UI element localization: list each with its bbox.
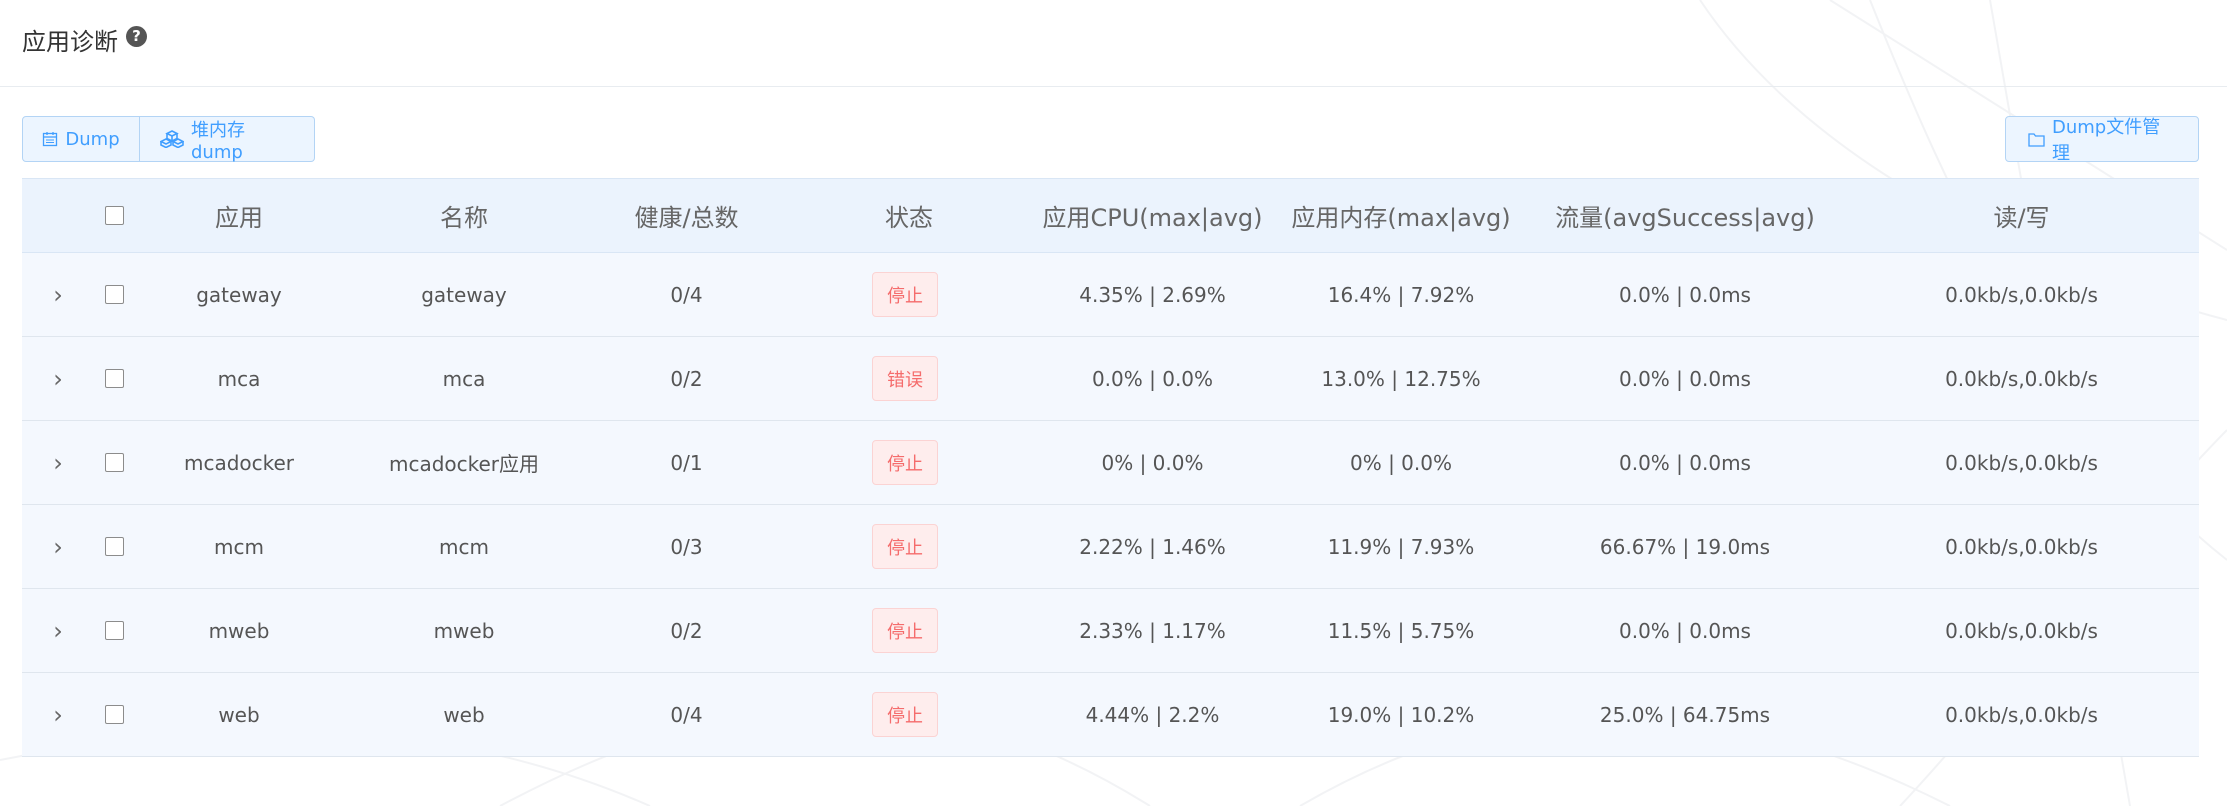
heap-dump-button[interactable]: 堆内存dump (140, 116, 315, 163)
folder-icon (2028, 132, 2045, 147)
calendar-icon (42, 131, 58, 147)
table-row: › mweb mweb 0/2 停止 2.33% | 1.17% 11.5% |… (22, 589, 2199, 673)
cell-memory: 11.5% | 5.75% (1327, 618, 1475, 643)
cell-traffic: 0.0% | 0.0ms (1619, 282, 1751, 307)
column-header-cpu: 应用CPU(max|avg) (1042, 204, 1263, 232)
cell-traffic: 66.67% | 19.0ms (1599, 534, 1771, 559)
column-header-health: 健康/总数 (634, 204, 739, 232)
cell-health: 0/3 (670, 534, 703, 559)
cell-app: mca (217, 366, 261, 391)
cell-read-write: 0.0kb/s,0.0kb/s (1945, 534, 2098, 559)
chevron-right-icon[interactable]: › (53, 703, 63, 727)
cell-name: mweb (433, 618, 495, 643)
cell-read-write: 0.0kb/s,0.0kb/s (1945, 702, 2098, 727)
cell-read-write: 0.0kb/s,0.0kb/s (1945, 282, 2098, 307)
cell-traffic: 25.0% | 64.75ms (1599, 702, 1771, 727)
cell-memory: 11.9% | 7.93% (1327, 534, 1475, 559)
cell-name: web (443, 702, 485, 727)
page-title: 应用诊断 (22, 28, 118, 56)
dump-button-label: Dump (65, 128, 120, 150)
cell-cpu: 0% | 0.0% (1101, 450, 1204, 475)
column-header-traffic: 流量(avgSuccess|avg) (1555, 204, 1815, 232)
column-header-memory: 应用内存(max|avg) (1291, 204, 1511, 232)
cell-read-write: 0.0kb/s,0.0kb/s (1945, 450, 2098, 475)
table-row: › web web 0/4 停止 4.44% | 2.2% 19.0% | 10… (22, 673, 2199, 757)
cell-app: gateway (196, 282, 282, 307)
status-badge: 停止 (872, 440, 938, 485)
dump-button-group: Dump 堆内存dump (22, 116, 315, 163)
column-header-name: 名称 (440, 204, 488, 232)
dump-button[interactable]: Dump (22, 116, 140, 162)
status-badge: 停止 (872, 272, 938, 317)
status-badge: 停止 (872, 524, 938, 569)
row-checkbox[interactable] (104, 285, 124, 304)
cell-name: gateway (421, 282, 507, 307)
row-checkbox[interactable] (104, 705, 124, 724)
column-header-app: 应用 (215, 204, 263, 232)
cell-app: web (218, 702, 260, 727)
cell-read-write: 0.0kb/s,0.0kb/s (1945, 618, 2098, 643)
cell-memory: 13.0% | 12.75% (1321, 366, 1481, 391)
cell-name: mcm (439, 534, 489, 559)
row-checkbox[interactable] (104, 621, 124, 640)
cell-memory: 19.0% | 10.2% (1327, 702, 1475, 727)
page-header: 应用诊断 ? (0, 0, 2227, 87)
dump-file-manage-button[interactable]: Dump文件管理 (2005, 116, 2199, 164)
cell-app: mweb (208, 618, 270, 643)
cell-name: mca (442, 366, 486, 391)
row-checkbox[interactable] (104, 453, 124, 472)
chevron-right-icon[interactable]: › (53, 535, 63, 559)
column-header-read-write: 读/写 (1993, 204, 2050, 232)
cell-cpu: 2.22% | 1.46% (1079, 534, 1226, 559)
status-badge: 停止 (872, 692, 938, 737)
cell-memory: 16.4% | 7.92% (1327, 282, 1475, 307)
cell-app: mcadocker (183, 450, 295, 475)
row-checkbox[interactable] (104, 369, 124, 388)
cell-traffic: 0.0% | 0.0ms (1619, 366, 1751, 391)
cell-memory: 0% | 0.0% (1350, 450, 1452, 475)
cell-traffic: 0.0% | 0.0ms (1619, 618, 1751, 643)
help-icon[interactable]: ? (126, 26, 147, 47)
table-header: 应用 名称 健康/总数 状态 应用CPU(max|avg) 应用内存(max|a… (22, 178, 2199, 253)
cell-health: 0/2 (670, 618, 703, 643)
cell-health: 0/1 (670, 450, 703, 475)
table-row: › mca mca 0/2 错误 0.0% | 0.0% 13.0% | 12.… (22, 337, 2199, 421)
cell-app: mcm (214, 534, 264, 559)
status-badge: 停止 (872, 608, 938, 653)
app-diagnosis-table: 应用 名称 健康/总数 状态 应用CPU(max|avg) 应用内存(max|a… (22, 178, 2199, 757)
cell-name: mcadocker应用 (388, 452, 540, 476)
chevron-right-icon[interactable]: › (53, 619, 63, 643)
heap-dump-button-label: 堆内存dump (191, 119, 245, 163)
dump-file-manage-label: Dump文件管理 (2052, 117, 2161, 164)
cell-cpu: 0.0% | 0.0% (1091, 366, 1214, 391)
cubes-icon (160, 130, 184, 148)
chevron-right-icon[interactable]: › (53, 451, 63, 475)
table-row: › mcm mcm 0/3 停止 2.22% | 1.46% 11.9% | 7… (22, 505, 2199, 589)
cell-cpu: 4.35% | 2.69% (1079, 282, 1226, 307)
table-row: › gateway gateway 0/4 停止 4.35% | 2.69% 1… (22, 253, 2199, 337)
table-row: › mcadocker mcadocker应用 0/1 停止 0% | 0.0%… (22, 421, 2199, 505)
row-checkbox[interactable] (104, 537, 124, 556)
cell-cpu: 2.33% | 1.17% (1079, 618, 1226, 643)
cell-cpu: 4.44% | 2.2% (1085, 702, 1220, 727)
cell-health: 0/4 (670, 282, 703, 307)
status-badge: 错误 (872, 356, 938, 401)
select-all-checkbox[interactable] (104, 206, 124, 225)
chevron-right-icon[interactable]: › (53, 367, 63, 391)
cell-health: 0/2 (670, 366, 703, 391)
chevron-right-icon[interactable]: › (53, 283, 63, 307)
cell-health: 0/4 (670, 702, 703, 727)
cell-read-write: 0.0kb/s,0.0kb/s (1945, 366, 2098, 391)
cell-traffic: 0.0% | 0.0ms (1619, 450, 1751, 475)
column-header-status: 状态 (885, 204, 933, 232)
